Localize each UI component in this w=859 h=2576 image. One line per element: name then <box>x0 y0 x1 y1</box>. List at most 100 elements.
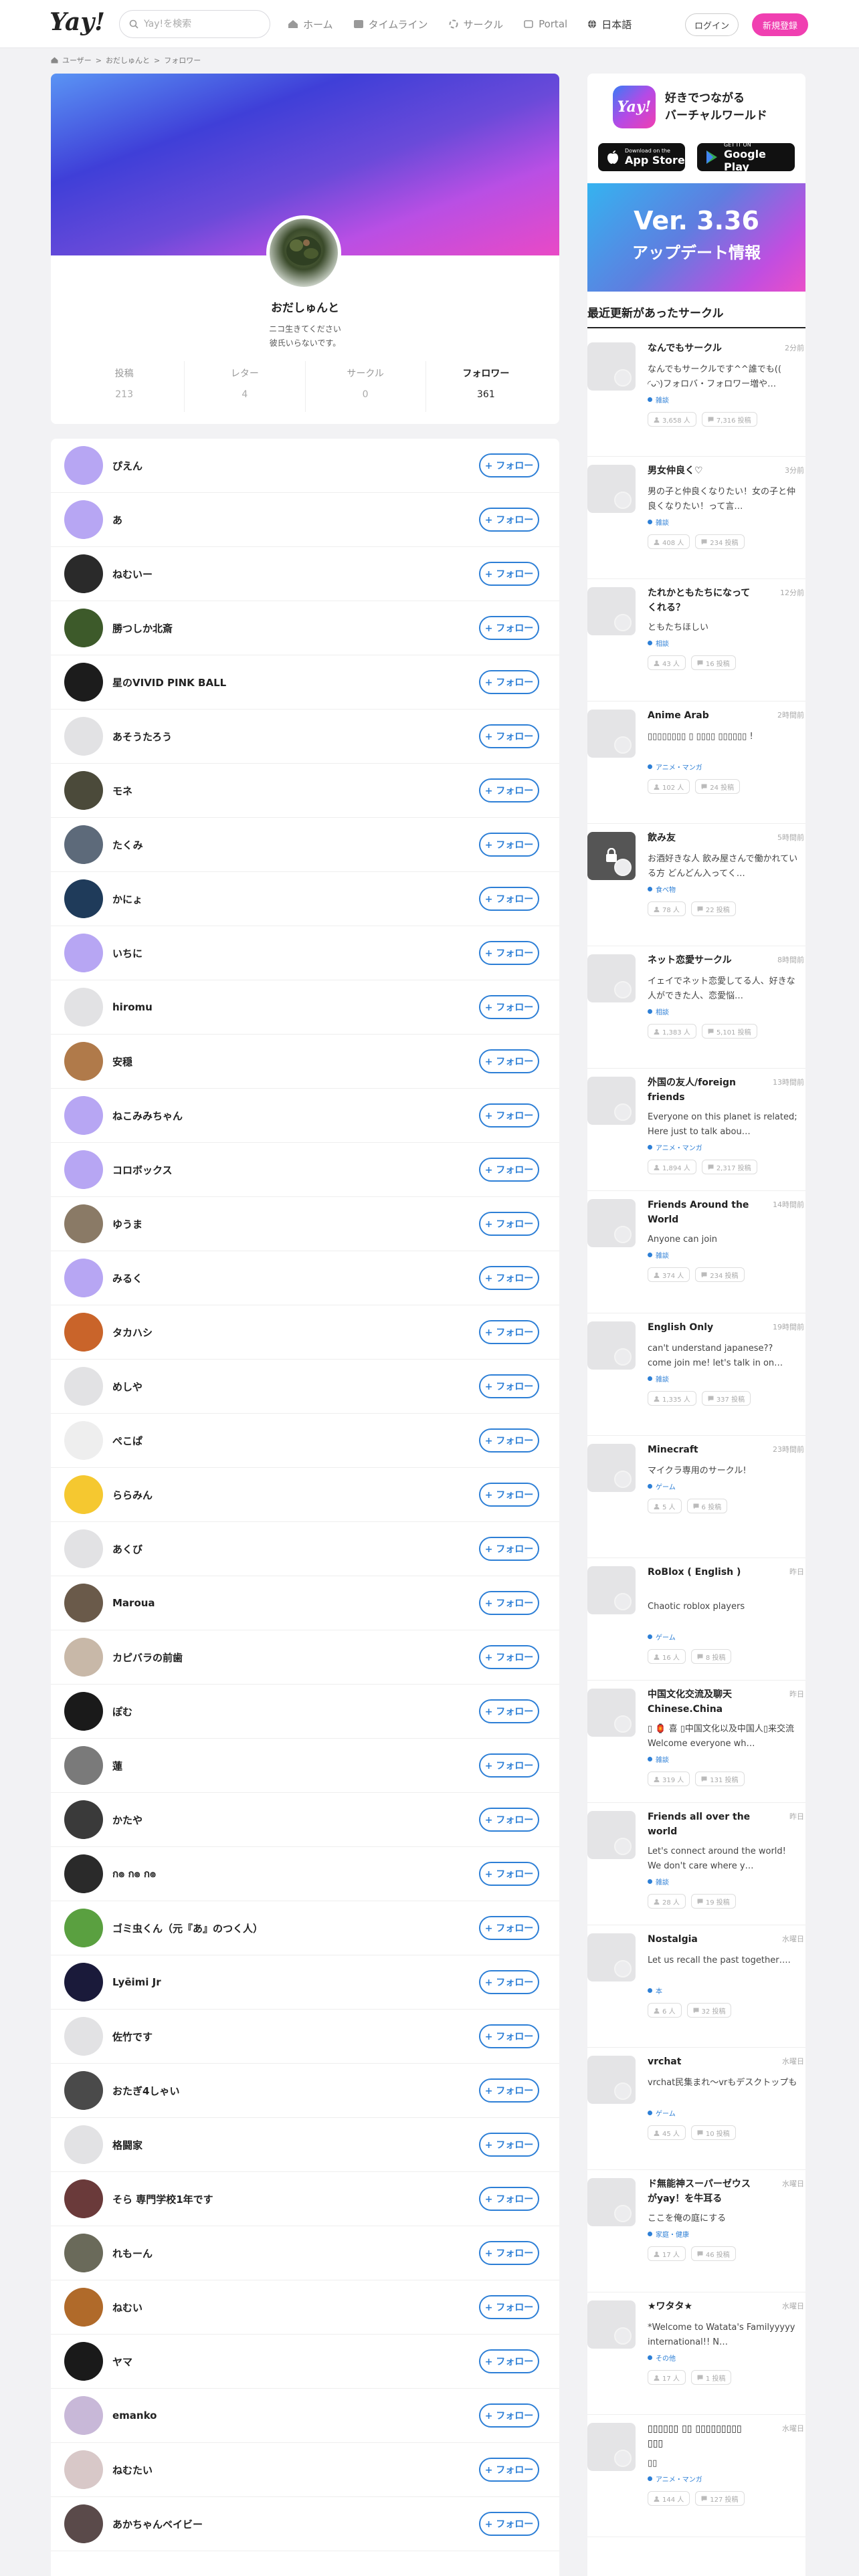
follower-name[interactable]: ก๏ ก๏ ก๏ <box>112 1866 156 1882</box>
avatar[interactable] <box>64 2450 103 2489</box>
avatar[interactable] <box>64 1259 103 1297</box>
circle-card[interactable]: 飲み友 5時間前 お酒好きな人 飲み屋さんで働かれている方 どんどん入ってく… 食べ物… <box>587 824 805 946</box>
follower-name[interactable]: あくび <box>112 1542 142 1556</box>
follower-row[interactable]: ねこみみちゃん + フォロー <box>51 1089 559 1143</box>
update-banner[interactable]: Ver. 3.36 アップデート情報 <box>587 183 805 292</box>
follow-button[interactable]: + フォロー <box>479 1158 539 1182</box>
circle-thumbnail[interactable] <box>587 465 636 513</box>
circle-name[interactable]: なんでもサークル <box>648 341 755 356</box>
follower-row[interactable]: ゆうま + フォロー <box>51 1197 559 1251</box>
follower-row[interactable]: いちに + フォロー <box>51 926 559 980</box>
follower-row[interactable]: たくみ + フォロー <box>51 818 559 872</box>
follow-button[interactable]: + フォロー <box>479 2349 539 2373</box>
avatar[interactable] <box>64 1204 103 1243</box>
follow-button[interactable]: + フォロー <box>479 995 539 1019</box>
follower-row[interactable]: hiromu + フォロー <box>51 980 559 1035</box>
follow-button[interactable]: + フォロー <box>479 2458 539 2482</box>
follower-row[interactable]: あくび + フォロー <box>51 1522 559 1576</box>
follower-name[interactable]: めしや <box>112 1380 142 1394</box>
follow-button[interactable]: + フォロー <box>479 1212 539 1236</box>
avatar[interactable] <box>64 2179 103 2218</box>
circle-thumbnail[interactable] <box>587 2300 636 2349</box>
follower-row[interactable]: Lyēimi Jr + フォロー <box>51 1955 559 2010</box>
stat-followers[interactable]: フォロワー 361 <box>426 361 546 412</box>
follower-name[interactable]: 格闘家 <box>112 2138 142 2152</box>
circle-card[interactable]: ネット恋愛サークル 8時間前 イェイでネット恋愛してる人、好きな人ができた人、恋愛悩… <box>587 946 805 1069</box>
circle-card[interactable]: Friends Around the World 14時間前 Anyone can … <box>587 1191 805 1313</box>
avatar[interactable] <box>64 1800 103 1839</box>
avatar[interactable] <box>64 717 103 756</box>
avatar[interactable] <box>64 1854 103 1893</box>
follower-row[interactable]: そら 専門学校1年です + フォロー <box>51 2172 559 2226</box>
follow-button[interactable]: + フォロー <box>479 2403 539 2428</box>
search-box[interactable] <box>119 10 270 38</box>
follower-name[interactable]: ねこみみちゃん <box>112 1109 183 1123</box>
circle-thumbnail[interactable] <box>587 954 636 1002</box>
follower-row[interactable]: 佐竹です + フォロー <box>51 2010 559 2064</box>
circle-name[interactable]: ネット恋愛サークル <box>648 953 755 968</box>
avatar[interactable] <box>64 1529 103 1568</box>
follower-name[interactable]: emanko <box>112 2409 157 2422</box>
follower-row[interactable]: ぴえん + フォロー <box>51 439 559 493</box>
avatar[interactable] <box>64 2071 103 2110</box>
follow-button[interactable]: + フォロー <box>479 833 539 857</box>
avatar[interactable] <box>64 446 103 485</box>
avatar[interactable] <box>64 1638 103 1677</box>
circle-card[interactable]: 中国文化交流及聊天Chinese.China 昨日 ▯ 🏮 喜 ▯中国文化以及中国人… <box>587 1681 805 1803</box>
follower-row[interactable]: ก๏ ก๏ ก๏ + フォロー <box>51 1847 559 1901</box>
avatar[interactable] <box>64 1313 103 1352</box>
breadcrumb-item[interactable]: おだしゅんと <box>106 55 150 66</box>
avatar[interactable] <box>64 1421 103 1460</box>
breadcrumb-item[interactable]: ユーザー <box>62 55 92 66</box>
avatar[interactable] <box>64 879 103 918</box>
follower-row[interactable]: ねむたい + フォロー <box>51 2443 559 2497</box>
follower-name[interactable]: hiromu <box>112 1001 153 1013</box>
follower-name[interactable]: 勝つしか北斎 <box>112 621 173 635</box>
circle-name[interactable]: ド無能神スーパーゼウスがyay！を牛耳る <box>648 2177 755 2206</box>
circle-card[interactable]: English Only 19時間前 can't understand japane… <box>587 1313 805 1436</box>
follow-button[interactable]: + フォロー <box>479 1753 539 1778</box>
follow-button[interactable]: + フォロー <box>479 453 539 477</box>
avatar[interactable] <box>64 1042 103 1081</box>
circle-name[interactable]: ▯▯▯▯▯▯ ▯▯ ▯▯▯▯▯▯▯▯▯ ▯▯▯ <box>648 2422 755 2451</box>
circle-card[interactable]: ド無能神スーパーゼウスがyay！を牛耳る 水曜日 ここを俺の庭にする 家庭・健康 17 … <box>587 2170 805 2292</box>
avatar[interactable] <box>64 1909 103 1947</box>
follower-row[interactable]: あそうたろう + フォロー <box>51 710 559 764</box>
avatar[interactable] <box>64 500 103 539</box>
avatar[interactable] <box>64 1963 103 2002</box>
circle-card[interactable]: Friends all over the world 昨日 Let's connec… <box>587 1803 805 1925</box>
circle-card[interactable]: なんでもサークル 2分前 なんでもサークルです^^誰でも(( ◜ᴗ◝)フォロバ・フォ… <box>587 334 805 457</box>
circle-thumbnail[interactable] <box>587 2178 636 2226</box>
circle-name[interactable]: 外国の友人/foreign friends <box>648 1075 755 1105</box>
yay-logo[interactable]: Yay! <box>50 8 105 36</box>
avatar[interactable] <box>64 1150 103 1189</box>
circle-thumbnail[interactable] <box>587 1444 636 1492</box>
follow-button[interactable]: + フォロー <box>479 2187 539 2211</box>
follower-name[interactable]: ゆうま <box>112 1217 142 1231</box>
circle-name[interactable]: Friends Around the World <box>648 1198 755 1227</box>
circle-name[interactable]: Anime Arab <box>648 708 755 723</box>
follow-button[interactable]: + フォロー <box>479 778 539 802</box>
avatar[interactable] <box>64 2396 103 2435</box>
nav-circle[interactable]: サークル <box>448 17 503 31</box>
follower-name[interactable]: ぺこぱ <box>112 1434 142 1448</box>
follower-name[interactable]: Maroua <box>112 1597 155 1609</box>
follow-button[interactable]: + フォロー <box>479 724 539 748</box>
follower-name[interactable]: モネ <box>112 784 132 798</box>
follower-name[interactable]: ねむい <box>112 2300 142 2315</box>
follower-name[interactable]: 星のVIVID PINK BALL <box>112 675 226 689</box>
circle-thumbnail[interactable] <box>587 1199 636 1247</box>
follower-name[interactable]: ヤマ <box>112 2355 132 2369</box>
follower-name[interactable]: たくみ <box>112 838 143 852</box>
follow-button[interactable]: + フォロー <box>479 1266 539 1290</box>
circle-card[interactable]: 男女仲良く♡ 3分前 男の子と仲良くなりたい！女の子と仲良くなりたい！って言… 雑談 4… <box>587 457 805 579</box>
follow-button[interactable]: + フォロー <box>479 1862 539 1886</box>
follow-button[interactable]: + フォロー <box>479 2512 539 2536</box>
follow-button[interactable]: + フォロー <box>479 1645 539 1669</box>
circle-thumbnail[interactable] <box>587 2423 636 2471</box>
circle-card[interactable]: たれかともたちになってくれる？ 12分前 ともたちほしい 相談 43 人 16 投稿 <box>587 579 805 702</box>
circle-card[interactable]: ▯▯▯▯▯▯ ▯▯ ▯▯▯▯▯▯▯▯▯ ▯▯▯ 水曜日 ▯▯ アニメ・マンガ 144 人… <box>587 2415 805 2537</box>
circle-name[interactable]: 飲み友 <box>648 831 755 845</box>
avatar[interactable] <box>64 1475 103 1514</box>
follower-name[interactable]: ぽむ <box>112 1705 132 1719</box>
